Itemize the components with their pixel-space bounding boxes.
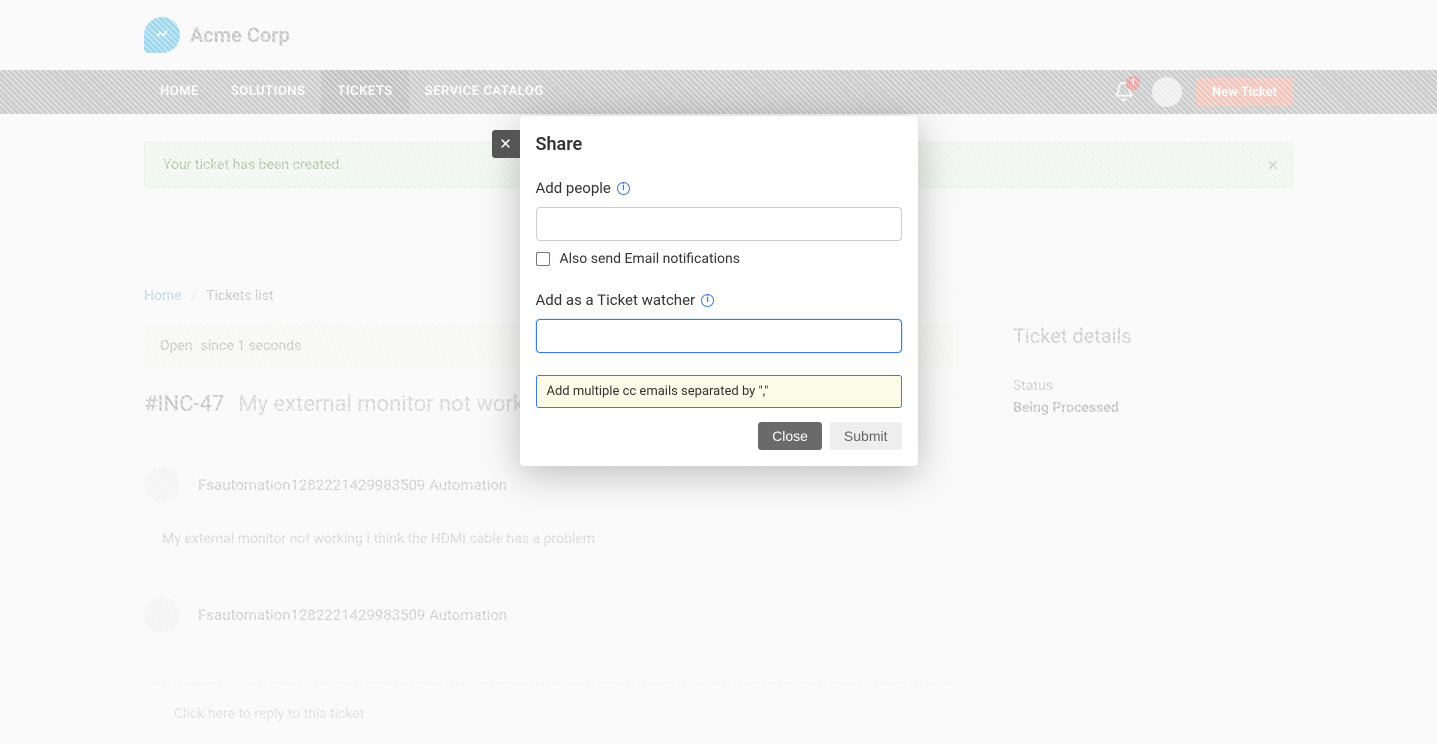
- add-people-label: Add people: [536, 179, 611, 197]
- add-watcher-label: Add as a Ticket watcher: [536, 291, 696, 309]
- add-watcher-label-row: Add as a Ticket watcher i: [536, 291, 902, 309]
- email-notifications-row: Also send Email notifications: [536, 251, 902, 267]
- email-notifications-checkbox[interactable]: [536, 252, 550, 266]
- modal-footer: Close Submit: [520, 408, 918, 466]
- modal-body: Share Add people i Also send Email notif…: [520, 116, 918, 408]
- watcher-tooltip: Add multiple cc emails separated by ",": [536, 375, 902, 408]
- email-notifications-label: Also send Email notifications: [560, 251, 740, 267]
- submit-button[interactable]: Submit: [830, 422, 902, 450]
- add-people-input[interactable]: [536, 207, 902, 241]
- info-icon[interactable]: i: [701, 294, 714, 307]
- modal-close-button[interactable]: ✕: [492, 130, 520, 158]
- add-watcher-field: Add as a Ticket watcher i Add multiple c…: [536, 291, 902, 408]
- add-watcher-input[interactable]: [536, 319, 902, 353]
- close-button[interactable]: Close: [758, 422, 822, 450]
- close-icon: ✕: [499, 135, 512, 153]
- modal-title: Share: [536, 134, 902, 155]
- add-people-field: Add people i Also send Email notificatio…: [536, 179, 902, 267]
- add-people-label-row: Add people i: [536, 179, 902, 197]
- info-icon[interactable]: i: [617, 182, 630, 195]
- share-modal: ✕ Share Add people i Also send Email not…: [520, 116, 918, 466]
